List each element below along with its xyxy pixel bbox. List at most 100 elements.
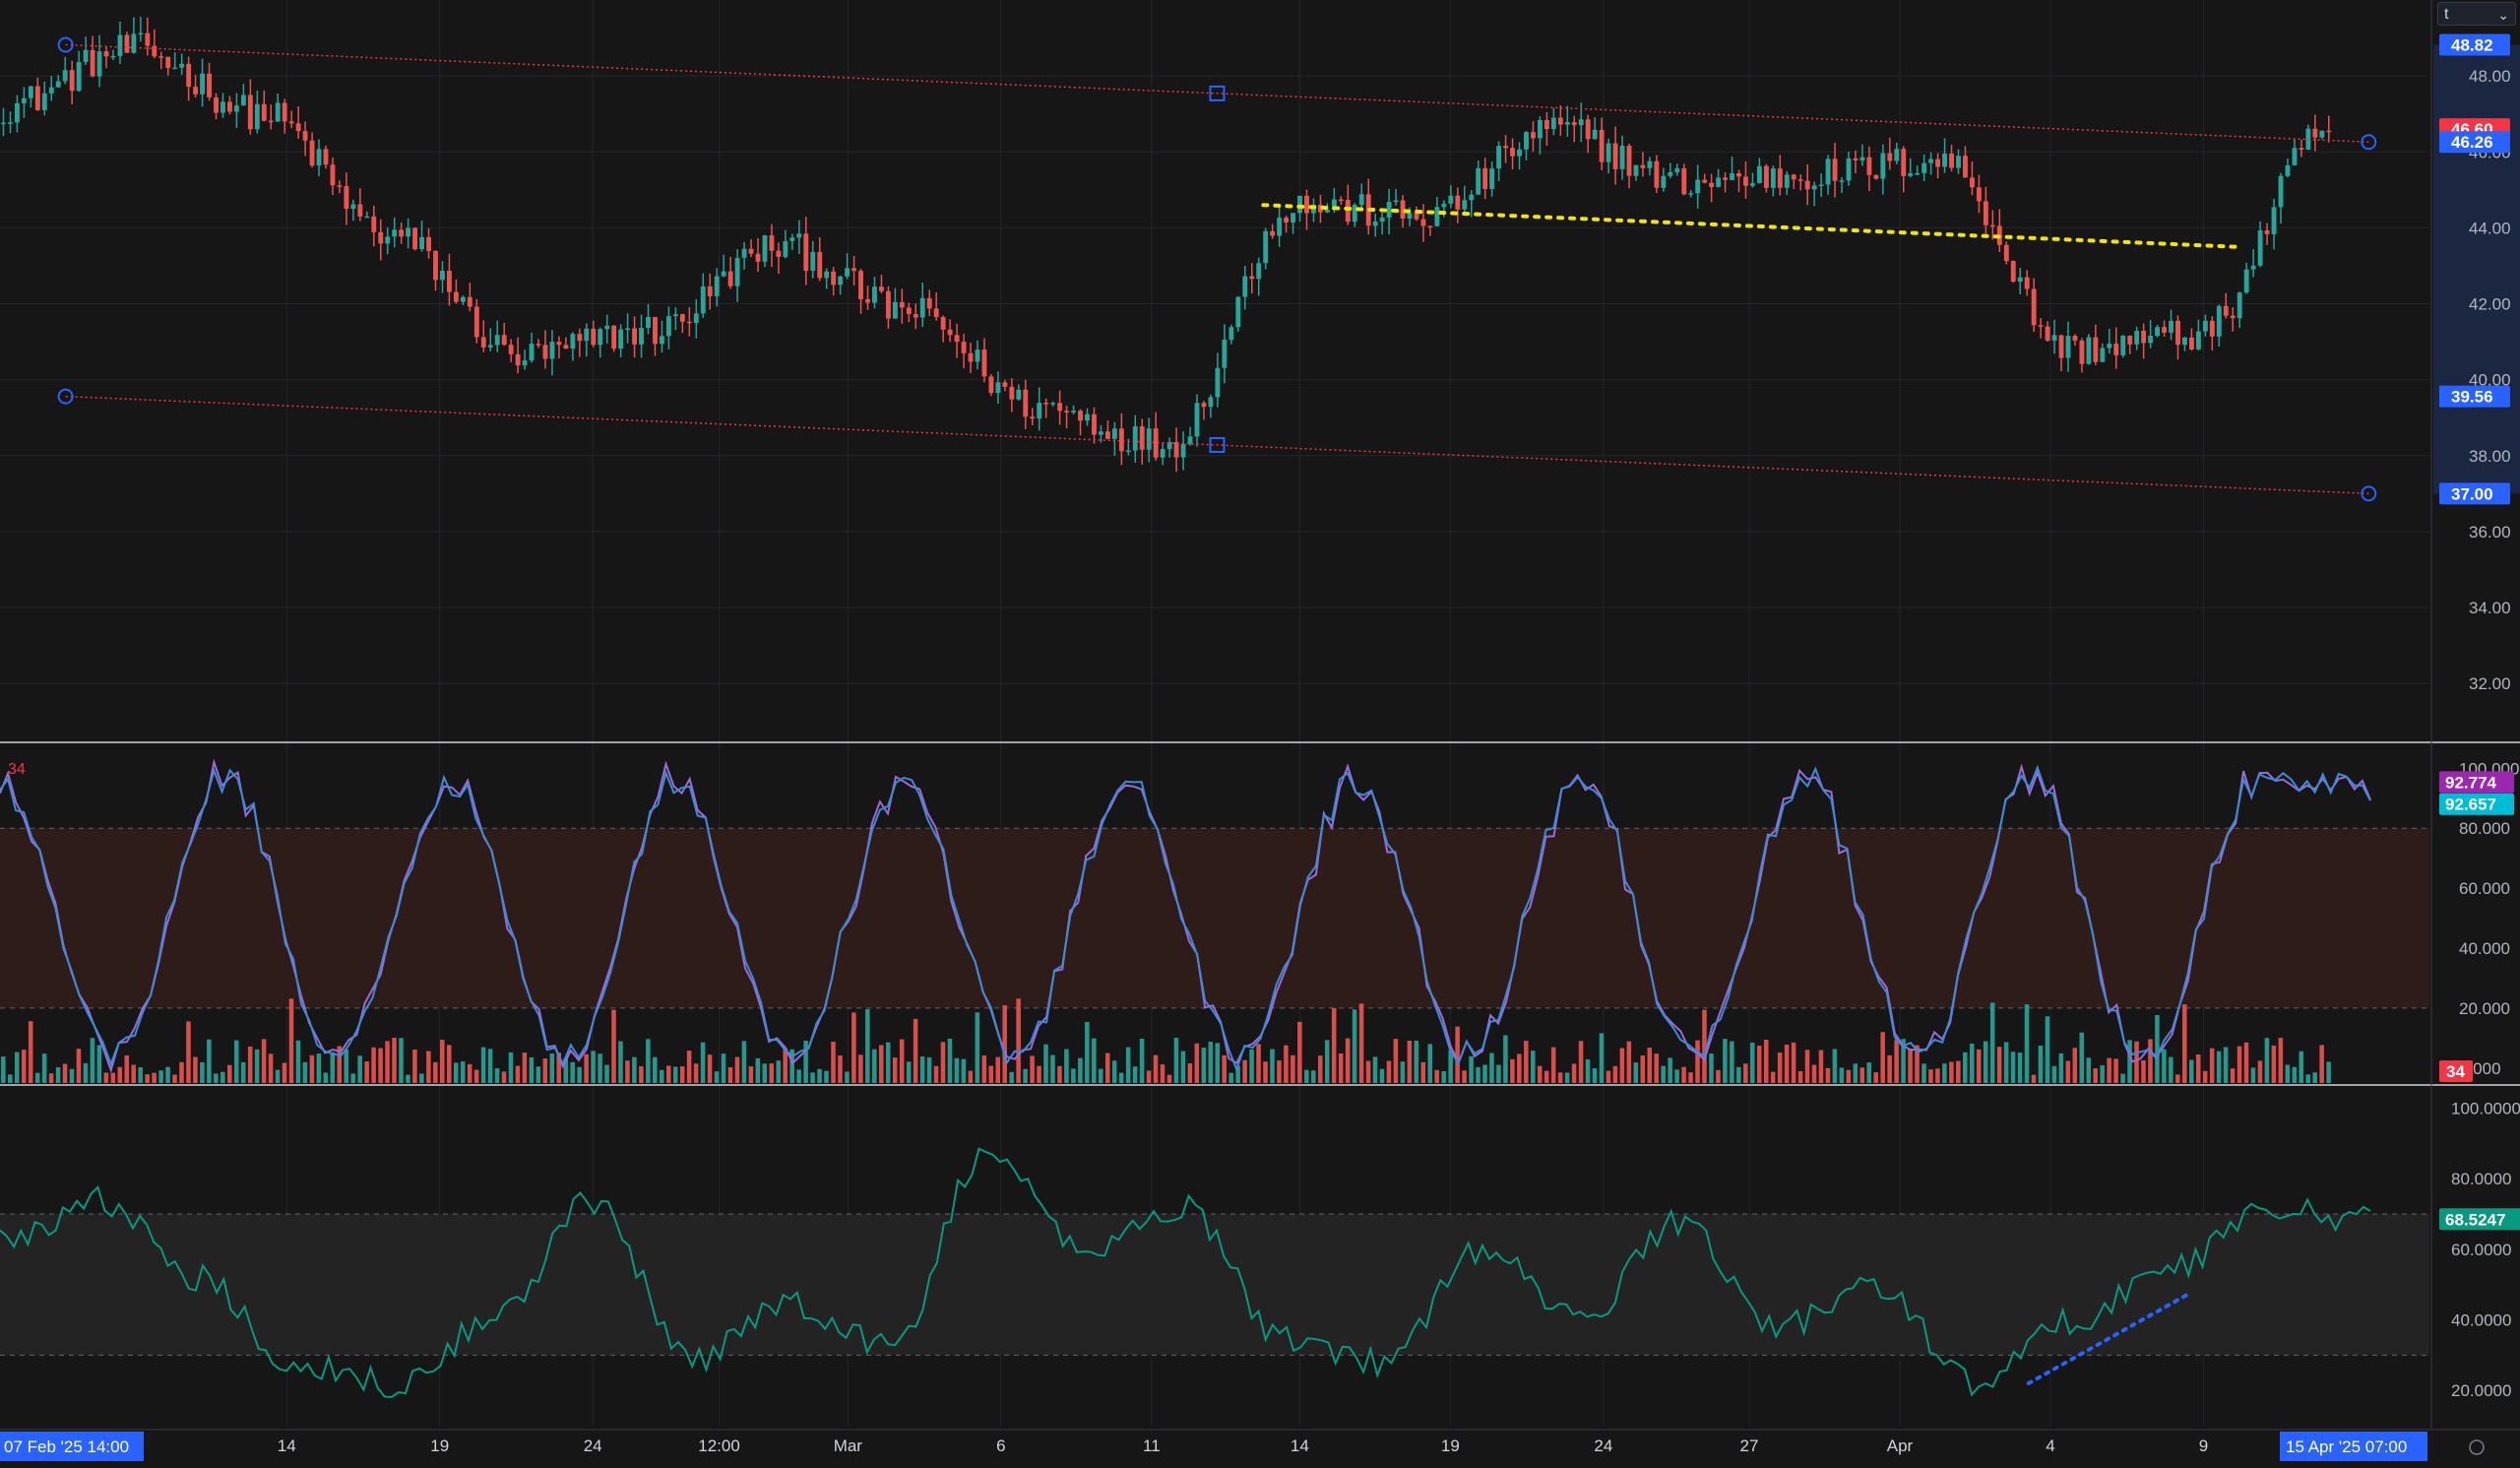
candle-body bbox=[549, 342, 555, 359]
candle bbox=[988, 374, 994, 397]
volume-bar bbox=[2216, 1051, 2222, 1083]
volume-bar bbox=[1118, 1072, 1124, 1083]
volume-bar bbox=[598, 1053, 602, 1083]
volume-bar bbox=[721, 1053, 726, 1083]
volume-bar bbox=[1194, 1043, 1200, 1083]
volume-bar bbox=[1571, 1063, 1577, 1083]
volume-bar bbox=[1791, 1042, 1796, 1083]
candle-body bbox=[1016, 389, 1022, 400]
volume-bar bbox=[14, 1052, 20, 1083]
volume-bar bbox=[2250, 1067, 2256, 1083]
candle-body bbox=[954, 335, 960, 343]
volume-bar bbox=[1462, 1070, 1467, 1083]
candle-body bbox=[1571, 122, 1577, 126]
volume-bar bbox=[2292, 1066, 2298, 1083]
candle-body bbox=[1173, 441, 1179, 458]
volume-bar bbox=[282, 1062, 287, 1083]
candle-body bbox=[2107, 344, 2112, 349]
candle-body bbox=[350, 204, 356, 210]
volume-bar bbox=[21, 1050, 27, 1083]
volume-bar bbox=[460, 1061, 466, 1083]
volume-bar bbox=[1263, 1061, 1268, 1083]
volume-bar bbox=[1311, 1070, 1316, 1083]
volume-bar bbox=[1804, 1050, 1810, 1083]
volume-bar bbox=[2209, 1048, 2215, 1083]
volume-bar bbox=[1393, 1039, 1399, 1083]
volume-bar bbox=[1963, 1052, 1968, 1083]
candle-body bbox=[1797, 179, 1803, 181]
volume-bar bbox=[508, 1053, 514, 1083]
volume-bar bbox=[1825, 1067, 1831, 1083]
candle-body bbox=[1832, 159, 1838, 181]
candle-body bbox=[1606, 143, 1611, 162]
candle-body bbox=[1592, 129, 1598, 140]
volume-bar bbox=[41, 1053, 47, 1083]
candle-body bbox=[1983, 201, 1988, 225]
candle-body bbox=[2299, 148, 2304, 151]
volume-bar bbox=[961, 1058, 967, 1083]
volume-bar bbox=[1550, 1047, 1556, 1083]
volume-bar bbox=[1496, 1064, 1501, 1083]
candle-body bbox=[1702, 179, 1708, 183]
price-badge: 46.26 bbox=[2439, 131, 2510, 154]
candle-body bbox=[1908, 173, 1914, 176]
price-badge: 39.56 bbox=[2439, 385, 2510, 408]
volume-bar bbox=[672, 1066, 678, 1083]
volume-bar bbox=[487, 1049, 493, 1083]
candle-body bbox=[2113, 344, 2119, 355]
volume-bar bbox=[1132, 1066, 1138, 1083]
candle-body bbox=[1256, 263, 1262, 280]
volume-bar bbox=[96, 1045, 102, 1083]
volume-bar bbox=[1249, 1049, 1254, 1083]
candle-body bbox=[1132, 426, 1138, 451]
volume-bar bbox=[2271, 1045, 2277, 1083]
volume-bar bbox=[288, 998, 294, 1083]
interval-dropdown[interactable]: t ⌄ bbox=[2437, 2, 2516, 26]
candle-body bbox=[323, 149, 329, 165]
candle-body bbox=[1064, 411, 1070, 413]
candle-body bbox=[1358, 194, 1364, 206]
candle-body bbox=[1503, 146, 1509, 149]
candle-body bbox=[1284, 218, 1290, 223]
candle-body bbox=[1825, 159, 1831, 185]
candle-body bbox=[261, 103, 267, 121]
volume-bar bbox=[1956, 1060, 1961, 1083]
volume-bar bbox=[1345, 1038, 1351, 1083]
candle-body bbox=[220, 101, 225, 113]
chart-root[interactable]: 3448.0046.0044.0042.0040.0038.0036.0034.… bbox=[0, 0, 2520, 1463]
volume-bar bbox=[906, 1061, 912, 1083]
candle-body bbox=[570, 334, 576, 350]
candle-body bbox=[1989, 224, 1995, 227]
volume-bar bbox=[207, 1039, 212, 1083]
time-tick-label: 24 bbox=[584, 1436, 602, 1455]
rsi-tick-label: 80.0000 bbox=[2451, 1170, 2511, 1188]
volume-bar bbox=[1730, 1041, 1734, 1083]
volume-bar bbox=[2169, 1056, 2174, 1083]
volume-bar bbox=[618, 1041, 623, 1083]
volume-bar bbox=[1531, 1051, 1536, 1083]
candle-body bbox=[399, 229, 405, 237]
candle-body bbox=[1414, 213, 1419, 220]
volume-bar bbox=[1756, 1046, 1762, 1083]
volume-bar bbox=[2319, 1045, 2324, 1083]
volume-bar bbox=[1688, 1072, 1693, 1083]
candle-body bbox=[28, 86, 33, 98]
stoch-tick-label: 40.000 bbox=[2459, 939, 2510, 958]
volume-bar bbox=[2326, 1061, 2331, 1083]
candle-body bbox=[933, 308, 939, 317]
volume-bar bbox=[1002, 1005, 1007, 1083]
volume-bar bbox=[865, 1009, 870, 1083]
candle-body bbox=[1668, 171, 1673, 176]
volume-bar bbox=[872, 1049, 877, 1083]
candle-body bbox=[364, 216, 370, 219]
volume-bar bbox=[501, 1071, 507, 1083]
volume-bar bbox=[1208, 1042, 1214, 1083]
candle bbox=[611, 325, 617, 352]
candle-body bbox=[480, 337, 486, 348]
volume-bar bbox=[2264, 1038, 2270, 1083]
chart-canvas[interactable]: 3448.0046.0044.0042.0040.0038.0036.0034.… bbox=[0, 0, 2520, 1463]
candle-body bbox=[1956, 156, 1961, 168]
volume-bar bbox=[755, 1057, 761, 1083]
candle-body bbox=[2148, 336, 2154, 344]
candle-body bbox=[2051, 335, 2057, 341]
